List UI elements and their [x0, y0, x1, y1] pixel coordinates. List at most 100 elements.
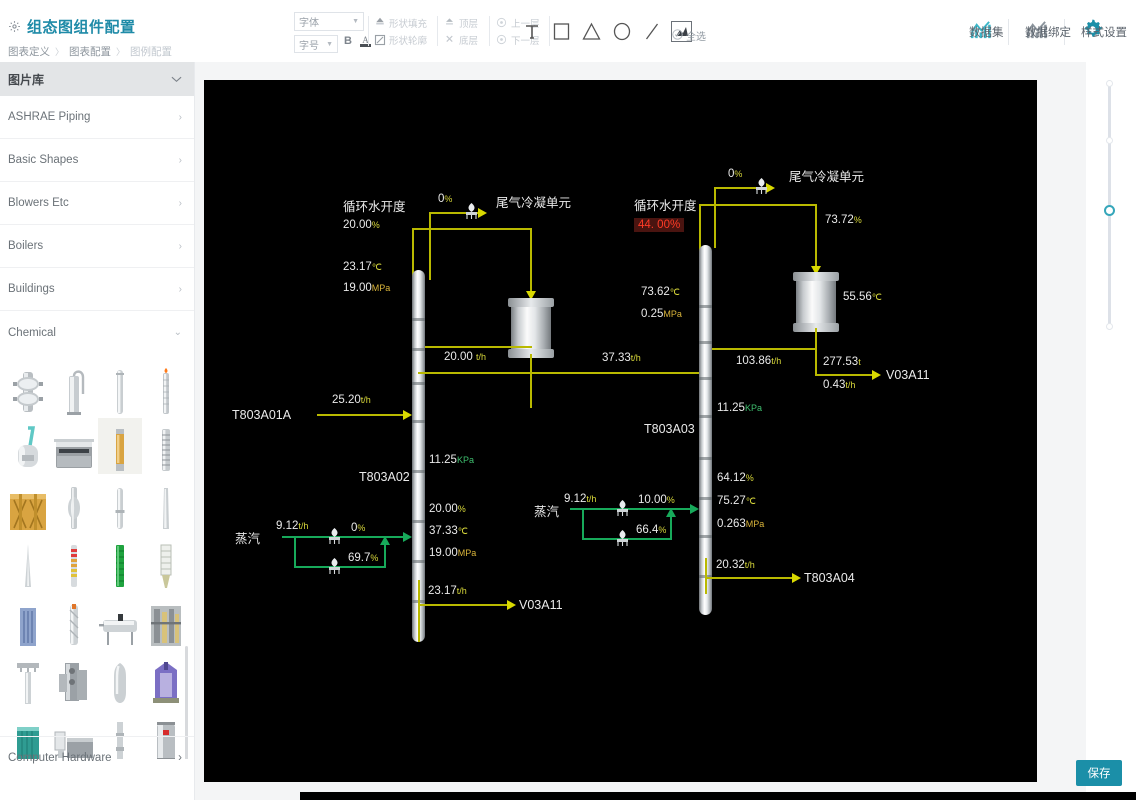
value-left-cooling-water: 20.00%	[343, 219, 380, 231]
shape-icon-horizontal-vessel[interactable]	[98, 592, 142, 648]
pipe-right-overhead	[699, 204, 817, 206]
pipe-left-steam-bypass-left	[294, 536, 296, 568]
arrow-left-steam	[403, 532, 412, 542]
style-settings-button[interactable]: 样式设置	[1065, 14, 1127, 50]
save-button[interactable]: 保存	[1076, 760, 1122, 786]
shape-icon-agitated-tank[interactable]	[6, 418, 50, 474]
value-right-level: 64.12%	[717, 472, 754, 484]
diagram-canvas[interactable]: 0% 尾气冷凝单元 循环水开度 20.00% 20.00 t/h 23.17℃ …	[204, 80, 1037, 782]
toolbar-divider	[437, 16, 438, 46]
shape-fill-button[interactable]: 形状填充	[374, 14, 440, 31]
zoom-slider-tick-1[interactable]	[1106, 137, 1113, 144]
value-left-bottom-pressure: 19.00MPa	[429, 547, 477, 559]
dataset-button[interactable]: 数据集	[953, 14, 1008, 50]
shape-icon-bullet-vessel[interactable]	[98, 650, 142, 706]
shape-icon-packed-column[interactable]	[98, 418, 142, 474]
canvas-horizontal-scrollbar[interactable]	[300, 792, 1136, 800]
shape-icon-glass-column[interactable]	[144, 534, 188, 590]
pipe-right-reflux	[712, 348, 817, 350]
breadcrumb-item-0[interactable]: 图表定义	[8, 44, 50, 59]
shape-icon-spiral-column[interactable]	[52, 592, 96, 648]
shape-icon-plate-filter[interactable]	[6, 592, 50, 648]
shape-outline-button[interactable]: 形状轮廓	[374, 31, 440, 48]
bottom-layer-label: 底层	[459, 35, 479, 47]
value-left-reflux-flow: 20.00 t/h	[444, 351, 486, 363]
label-left-tower-tag: T803A02	[359, 470, 410, 484]
valve-icon-left-steam-a	[326, 527, 343, 546]
value-left-bottom-temp: 37.33℃	[429, 525, 468, 537]
shape-icon-tapered-column[interactable]	[144, 476, 188, 532]
pipe-left-outlet-down	[418, 580, 420, 642]
chevron-down-icon: ⌄	[173, 327, 182, 338]
valve-icon-right-tailgas	[753, 177, 770, 196]
value-left-steam-flow: 9.12t/h	[276, 520, 309, 532]
sidebar-item-computer-hardware[interactable]: Computer Hardware ›	[0, 736, 194, 778]
value-right-temperature: 73.62℃	[641, 286, 680, 298]
chevron-down-icon[interactable]	[171, 70, 182, 88]
shape-icon-purple-silo[interactable]	[144, 650, 188, 706]
sidebar-item-label: Blowers Etc	[8, 197, 69, 209]
chemical-icon-grid	[0, 354, 194, 759]
rectangle-tool[interactable]	[551, 21, 572, 42]
chevron-down-icon: ▼	[326, 40, 333, 48]
shape-icon-tray-column[interactable]	[144, 418, 188, 474]
label-right-outlet-tag: T803A04	[804, 571, 855, 585]
shape-icon-slim-column[interactable]	[98, 360, 142, 416]
arrow-left-feed	[403, 410, 412, 420]
sidebar-item-basic-shapes[interactable]: Basic Shapes ›	[0, 139, 194, 182]
shape-icon-heat-exchanger-box[interactable]	[52, 418, 96, 474]
value-left-temperature: 23.17℃	[343, 261, 382, 273]
shape-icon-reactor-vessel[interactable]	[6, 360, 50, 416]
shape-icon-column-with-loop[interactable]	[52, 360, 96, 416]
sidebar: 图片库 ASHRAE Piping › Basic Shapes › Blowe…	[0, 62, 195, 800]
bold-button[interactable]: B	[344, 35, 352, 47]
arrow-left-steam-bypass	[380, 536, 390, 545]
triangle-tool[interactable]	[581, 21, 602, 42]
send-to-back-button[interactable]: 底层	[444, 31, 490, 48]
sidebar-item-buildings[interactable]: Buildings ›	[0, 268, 194, 311]
pipe-left-condenser-out	[530, 354, 532, 408]
font-size-select[interactable]: 字号 ▼	[294, 35, 338, 53]
bring-to-front-button[interactable]: 顶层	[444, 14, 490, 31]
font-family-select[interactable]: 字体 ▼	[294, 12, 364, 31]
breadcrumb-item-2: 图例配置	[130, 46, 173, 58]
font-color-icon[interactable]: A	[359, 34, 372, 54]
shape-icon-flare-stack[interactable]	[144, 360, 188, 416]
shape-icon-support-column[interactable]	[6, 650, 50, 706]
arrow-right-steam-bypass	[666, 508, 676, 517]
sidebar-item-boilers[interactable]: Boilers ›	[0, 225, 194, 268]
valve-icon-right-steam-a	[614, 499, 631, 518]
shape-icon-bulged-vessel[interactable]	[52, 476, 96, 532]
sidebar-item-ashrae-piping[interactable]: ASHRAE Piping ›	[0, 96, 194, 139]
library-header[interactable]: 图片库	[0, 62, 194, 96]
shape-icon-slim-tower-b[interactable]	[98, 476, 142, 532]
zoom-slider[interactable]	[1103, 80, 1115, 330]
text-tool[interactable]	[521, 21, 542, 42]
shape-icon-red-tray-column[interactable]	[52, 534, 96, 590]
value-right-bottom-temp: 75.27℃	[717, 495, 756, 507]
value-right-vacuum: 11.25KPa	[717, 402, 762, 414]
toolbar-divider	[489, 16, 490, 46]
ellipse-tool[interactable]	[611, 21, 632, 42]
line-tool[interactable]	[641, 21, 662, 42]
shape-icon-reactor-assembly[interactable]	[52, 650, 96, 706]
shape-icon-needle-column[interactable]	[6, 534, 50, 590]
pipe-left-feed	[317, 414, 404, 416]
shape-icon-cooling-tower[interactable]	[6, 476, 50, 532]
select-all-label: 全选	[686, 32, 706, 43]
condenser-right[interactable]	[793, 272, 839, 332]
data-binding-button[interactable]: 数据绑定	[1009, 14, 1071, 50]
shape-icon-green-column[interactable]	[98, 534, 142, 590]
zoom-slider-tick-0[interactable]	[1106, 80, 1113, 87]
zoom-slider-handle[interactable]	[1104, 205, 1115, 216]
select-all-button[interactable]: 全选	[672, 28, 706, 43]
sidebar-item-blowers-etc[interactable]: Blowers Etc ›	[0, 182, 194, 225]
shape-icon-complex-plant[interactable]	[144, 592, 188, 648]
sidebar-item-label: Boilers	[8, 240, 44, 252]
page-title-wrap: 组态图组件配置	[8, 16, 136, 37]
label-left-steam: 蒸汽	[235, 532, 261, 546]
arrow-right-outlet	[792, 573, 801, 583]
sidebar-item-chemical[interactable]: Chemical ⌄	[0, 311, 194, 354]
breadcrumb-item-1[interactable]: 图表配置	[69, 44, 111, 59]
zoom-slider-tick-3[interactable]	[1106, 323, 1113, 330]
